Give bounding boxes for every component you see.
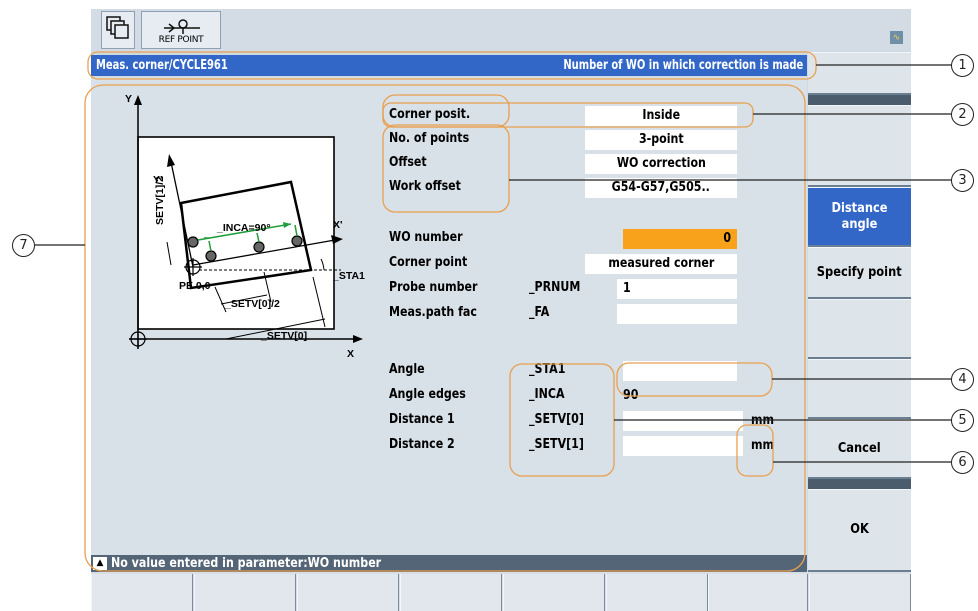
horizontal-softkey-bar — [91, 572, 911, 611]
cycle-title: Meas. corner/CYCLE961 — [96, 58, 228, 73]
callout-1: 1 — [951, 54, 974, 77]
diagram-setv1-half: SETV[1]/2 — [154, 176, 166, 225]
softkey-h6[interactable] — [606, 574, 708, 611]
ok-softkey[interactable]: OK — [808, 489, 911, 572]
cancel-softkey[interactable]: Cancel — [808, 419, 911, 479]
wo-number-input[interactable]: 0 — [623, 229, 737, 249]
diagram-pe: PE 0,0 — [179, 280, 211, 292]
meas-path-label: Meas.path fac — [389, 305, 477, 320]
softkey-h7[interactable] — [708, 574, 808, 611]
callout-3: 3 — [951, 169, 974, 192]
meas-path-input[interactable] — [617, 304, 737, 324]
corner-point-select[interactable]: measured corner — [585, 254, 737, 274]
callout-6: 6 — [951, 451, 974, 474]
distance2-input[interactable] — [623, 436, 743, 456]
callout-2: 2 — [951, 103, 974, 126]
softkey-divider — [808, 479, 911, 489]
no-points-label: No. of points — [389, 131, 470, 146]
diagram-sta1: _STA1 — [332, 270, 365, 282]
work-offset-select[interactable]: G54-G57,G505.. — [585, 178, 737, 198]
parameter-hint: Number of WO in which correction is made — [563, 58, 803, 73]
inca-param: _INCA — [529, 387, 565, 402]
distance1-unit: mm — [751, 413, 775, 428]
corner-posit-label: Corner posit. — [389, 107, 471, 122]
softkey-h3[interactable] — [297, 574, 399, 611]
softkey-h4[interactable] — [400, 574, 502, 611]
message-line: ▲ No value entered in parameter:WO numbe… — [91, 555, 807, 572]
prnum-param: _PRNUM — [529, 280, 581, 295]
corner-point-label: Corner point — [389, 255, 468, 270]
offset-label: Offset — [389, 155, 427, 170]
diagram-setv0-half: _SETV[0]/2 — [224, 298, 280, 310]
distance-angle-softkey[interactable]: Distance angle — [808, 187, 911, 247]
signal-status-icon: ∿ — [890, 31, 903, 44]
softkey-v2[interactable] — [808, 105, 911, 187]
probe-number-label: Probe number — [389, 280, 478, 295]
softkey-v6[interactable] — [808, 359, 911, 419]
parameter-panel: Y X Y' X' SETV[1]/2 _INCA=90° _STA1 PE 0… — [91, 77, 807, 584]
callout-7: 7 — [12, 234, 35, 257]
distance1-label: Distance 1 — [389, 412, 455, 427]
specify-point-softkey[interactable]: Specify point — [808, 247, 911, 299]
sta1-param: _STA1 — [529, 362, 566, 377]
angle-label: Angle — [389, 362, 425, 377]
softkey-v5[interactable] — [808, 299, 911, 359]
diagram-y-label: Y — [125, 93, 132, 105]
callout-4: 4 — [951, 368, 974, 391]
softkey-h8[interactable] — [809, 574, 911, 611]
ref-point-button[interactable]: REF POINT — [141, 11, 221, 49]
corner-posit-select[interactable]: Inside — [585, 106, 737, 126]
setv0-param: _SETV[0] — [529, 412, 584, 427]
window-switch-button[interactable] — [101, 11, 135, 49]
distance2-unit: mm — [751, 438, 775, 453]
expand-up-icon[interactable]: ▲ — [93, 557, 107, 570]
setv1-param: _SETV[1] — [529, 437, 584, 452]
angle-edges-label: Angle edges — [389, 387, 466, 402]
corner-measurement-diagram: Y X Y' X' SETV[1]/2 _INCA=90° _STA1 PE 0… — [125, 93, 365, 357]
softkey-h1[interactable] — [91, 574, 193, 611]
softkey-v1[interactable] — [808, 52, 911, 95]
diagram-x-label: X — [347, 348, 354, 357]
work-offset-label: Work offset — [389, 179, 461, 194]
ref-point-label: REF POINT — [158, 35, 204, 45]
angle-input[interactable] — [623, 361, 737, 381]
callout-5: 5 — [951, 409, 974, 432]
fa-param: _FA — [529, 305, 550, 320]
top-toolbar: REF POINT ∿ — [91, 9, 911, 51]
softkey-h5[interactable] — [503, 574, 605, 611]
probe-number-input[interactable]: 1 — [617, 279, 737, 299]
header-bar: Meas. corner/CYCLE961 Number of WO in wh… — [91, 55, 807, 76]
angle-edges-value: 90 — [623, 388, 639, 403]
offset-select[interactable]: WO correction — [585, 154, 737, 174]
softkey-h2[interactable] — [194, 574, 296, 611]
wo-number-label: WO number — [389, 230, 463, 245]
distance1-input[interactable] — [623, 411, 743, 431]
operator-screen: REF POINT ∿ Meas. corner/CYCLE961 Number… — [91, 9, 911, 611]
diagram-setv0: _SETV[0] — [260, 330, 307, 342]
diagram-x-prime: X' — [333, 219, 343, 231]
no-points-select[interactable]: 3-point — [585, 130, 737, 150]
diagram-inca: _INCA=90° — [216, 222, 271, 234]
stacked-windows-icon — [106, 16, 129, 39]
distance2-label: Distance 2 — [389, 437, 455, 452]
message-text: No value entered in parameter:WO number — [111, 556, 382, 571]
softkey-divider — [808, 95, 911, 105]
